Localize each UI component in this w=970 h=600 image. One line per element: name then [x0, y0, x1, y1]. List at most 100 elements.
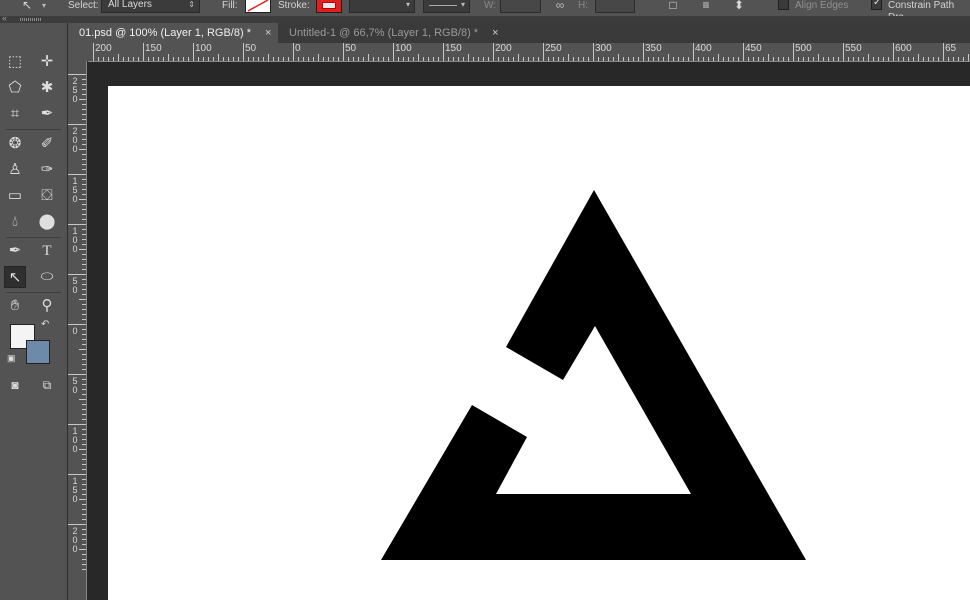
ruler-label: 550: [845, 43, 862, 54]
magic-wand-tool-icon[interactable]: ✱: [36, 77, 58, 99]
ruler-label: 100: [72, 426, 78, 454]
ruler-label: 200: [72, 126, 78, 154]
ruler-label: 200: [95, 43, 112, 54]
close-icon[interactable]: ×: [265, 27, 271, 39]
triangle-logo-shape[interactable]: [381, 190, 806, 560]
ruler-label: 50: [345, 43, 357, 54]
pen-tool-icon[interactable]: ✒: [4, 240, 26, 262]
stroke-label: Stroke:: [278, 0, 310, 11]
crop-tool-icon[interactable]: ⌗: [4, 103, 26, 125]
quick-mask-icon[interactable]: ◙: [4, 374, 26, 396]
move-tool-icon[interactable]: ✛: [36, 51, 58, 73]
dodge-tool-icon[interactable]: ⬤: [36, 211, 58, 233]
stroke-width-field[interactable]: ▾: [349, 0, 415, 13]
marquee-tool-icon[interactable]: ⬚: [4, 51, 26, 73]
select-layers-value: All Layers: [108, 0, 152, 10]
ruler-label: 100: [395, 43, 412, 54]
background-color-swatch[interactable]: [26, 340, 50, 364]
tab-label: 01.psd @ 100% (Layer 1, RGB/8) *: [79, 27, 251, 39]
link-dimensions-icon[interactable]: ∞: [551, 0, 569, 14]
ruler-label: 150: [72, 476, 78, 504]
zoom-tool-icon[interactable]: ⚲: [36, 295, 58, 317]
blur-tool-icon[interactable]: 💧︎: [4, 211, 26, 233]
stroke-width-dropdown-icon: ▾: [405, 0, 410, 9]
width-field[interactable]: [500, 0, 541, 13]
constrain-path-checkbox[interactable]: [871, 0, 882, 10]
select-label: Select:: [68, 0, 99, 11]
panel-grip-icon[interactable]: [20, 18, 42, 21]
tools-divider: [6, 237, 61, 238]
brush-tool-icon[interactable]: ✐: [36, 133, 58, 155]
tools-panel: ⬚ ✛ ⬠ ✱ ⌗ ✒ ❂ ✐ ♙ ✑ ▭ ⛋ 💧︎ ⬤ ✒ T ↖ ⬭ ✋︎ …: [0, 23, 68, 600]
ruler-label: 350: [645, 43, 662, 54]
stroke-type-dropdown[interactable]: ▾: [423, 0, 470, 13]
swap-colors-icon[interactable]: ↶: [41, 319, 49, 330]
clone-stamp-tool-icon[interactable]: ♙: [4, 159, 26, 181]
document-canvas[interactable]: [108, 86, 970, 600]
fill-label: Fill:: [222, 0, 238, 11]
ruler-label: 0: [72, 326, 78, 336]
horizontal-ruler-ticks: [93, 43, 969, 61]
path-operations-icon[interactable]: □: [664, 0, 682, 14]
screen-mode-icon[interactable]: ⧉: [36, 374, 58, 396]
horizontal-ruler[interactable]: 200 150 100 50 0 50 100 150 200 250 300 350 400 450 50…: [88, 43, 970, 62]
canvas-artwork: [381, 190, 806, 560]
lasso-tool-icon[interactable]: ⬠: [4, 77, 26, 99]
default-colors-icon[interactable]: ▣: [7, 353, 16, 364]
paint-bucket-tool-icon[interactable]: ⛋: [36, 185, 58, 207]
path-alignment-icon[interactable]: ≡: [697, 0, 715, 14]
ruler-label: 50: [245, 43, 257, 54]
width-label: W:: [484, 0, 497, 11]
ruler-label: 65: [945, 43, 957, 54]
stroke-type-arrow-icon: ▾: [460, 0, 465, 9]
ruler-label: 50: [72, 276, 78, 295]
eyedropper-tool-icon[interactable]: ✒: [36, 103, 58, 125]
tools-divider: [6, 129, 61, 130]
ruler-origin[interactable]: [68, 43, 88, 61]
select-layers-dropdown[interactable]: All Layers ⇕: [101, 0, 200, 13]
stroke-swatch[interactable]: [316, 0, 342, 13]
history-brush-tool-icon[interactable]: ✑: [36, 159, 58, 181]
no-fill-slash-icon: [247, 0, 269, 12]
ruler-label: 150: [445, 43, 462, 54]
ruler-label: 450: [745, 43, 762, 54]
stroke-line-preview: [429, 5, 457, 6]
tab-01-psd[interactable]: 01.psd @ 100% (Layer 1, RGB/8) * ×: [68, 23, 280, 43]
align-edges-label: Align Edges: [795, 0, 849, 11]
healing-brush-tool-icon[interactable]: ❂: [4, 133, 26, 155]
ruler-label: 100: [72, 226, 78, 254]
fill-swatch[interactable]: [245, 0, 271, 13]
move-tool-preset-icon[interactable]: ↖: [18, 0, 36, 14]
hand-tool-icon[interactable]: ✋︎: [4, 295, 26, 317]
eraser-tool-icon[interactable]: ▭: [4, 185, 26, 207]
options-bar: ↖ ▾ Select: All Layers ⇕ Fill: Stroke: ▾…: [0, 0, 970, 23]
type-tool-icon[interactable]: T: [36, 240, 58, 262]
align-edges-checkbox[interactable]: [778, 0, 789, 10]
ellipse-tool-icon[interactable]: ⬭: [36, 266, 58, 288]
ruler-label: 0: [295, 43, 301, 54]
stroke-swatch-inner: [322, 2, 336, 9]
ruler-label: 200: [495, 43, 512, 54]
tab-untitled-1[interactable]: Untitled-1 @ 66,7% (Layer 1, RGB/8) * ×: [278, 23, 507, 43]
vertical-ruler[interactable]: 250 200 150 100 50 0 50 100 150 200: [68, 61, 87, 600]
path-arrangement-icon[interactable]: ⬍: [730, 0, 748, 14]
constrain-path-label: Constrain Path Dra: [888, 0, 955, 23]
document-tab-bar: 01.psd @ 100% (Layer 1, RGB/8) * × Untitl…: [68, 23, 970, 43]
ruler-label: 100: [195, 43, 212, 54]
tools-divider: [6, 292, 61, 293]
ruler-label: 150: [72, 176, 78, 204]
ruler-label: 500: [795, 43, 812, 54]
height-label: H:: [578, 0, 588, 11]
ruler-label: 400: [695, 43, 712, 54]
updown-arrow-icon: ⇕: [188, 0, 195, 9]
close-icon[interactable]: ×: [492, 27, 498, 39]
collapse-panel-icon[interactable]: «: [2, 13, 7, 23]
ruler-label: 600: [895, 43, 912, 54]
ruler-label: 250: [545, 43, 562, 54]
height-field[interactable]: [595, 0, 635, 13]
ruler-label: 200: [72, 526, 78, 554]
preset-dropdown-arrow-icon[interactable]: ▾: [42, 1, 46, 10]
path-selection-tool-icon[interactable]: ↖: [4, 266, 26, 288]
ruler-label: 50: [72, 376, 78, 395]
panel-header-strip: «: [0, 13, 970, 23]
